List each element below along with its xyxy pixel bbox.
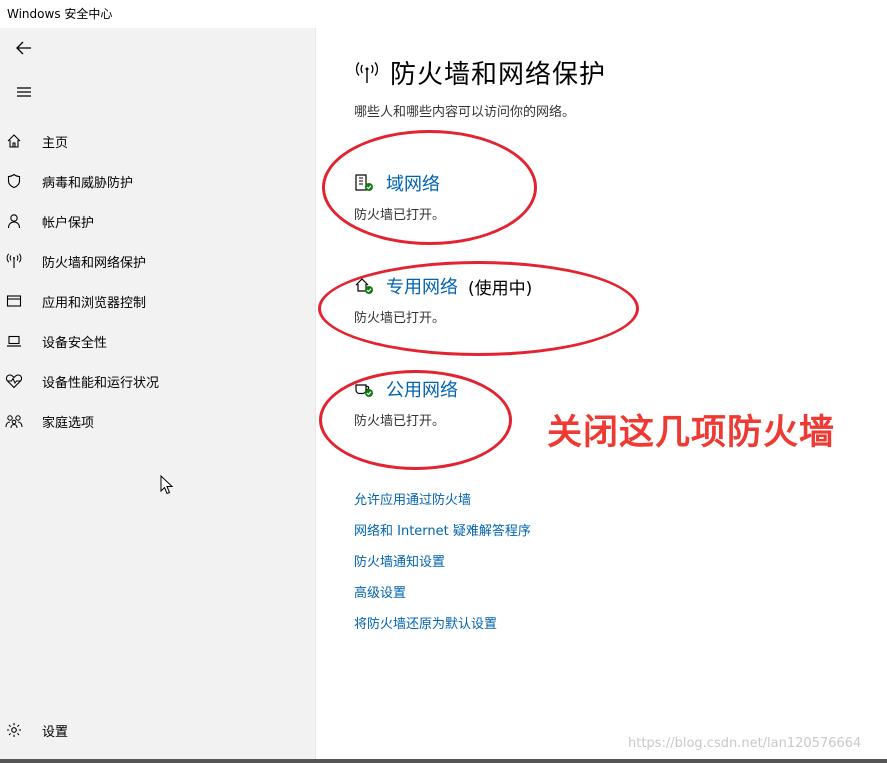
home-icon (0, 133, 34, 149)
network-public-link[interactable]: 公用网络 (386, 376, 458, 402)
sidebar: 主页 病毒和威胁防护 帐户保护 防火墙和网络保护 应用和浏览器控制 设备安全性 (0, 28, 316, 759)
page-title: 防火墙和网络保护 (390, 60, 607, 90)
sidebar-item-label: 家庭选项 (42, 415, 95, 431)
sidebar-item-label: 设置 (42, 724, 69, 740)
sidebar-item-app-browser-control[interactable]: 应用和浏览器控制 (0, 281, 315, 321)
sidebar-item-label: 病毒和威胁防护 (42, 175, 134, 191)
back-arrow-icon (16, 41, 31, 55)
page-subtitle: 哪些人和哪些内容可以访问你的网络。 (354, 105, 576, 120)
network-private-link[interactable]: 专用网络 (386, 273, 458, 299)
page-heading: 防火墙和网络保护 (354, 54, 606, 91)
domain-building-check-icon (355, 174, 373, 191)
sidebar-item-virus-protection[interactable]: 病毒和威胁防护 (0, 161, 315, 201)
annotation-text: 关闭这几项防火墙 (547, 413, 836, 453)
network-domain-link[interactable]: 域网络 (386, 170, 440, 196)
wifi-antenna-icon (355, 61, 379, 83)
family-icon (0, 413, 34, 429)
menu-button[interactable] (0, 72, 48, 112)
watermark: https://blog.csdn.net/lan120576664 (628, 736, 862, 751)
sidebar-item-device-security[interactable]: 设备安全性 (0, 321, 315, 361)
sidebar-item-label: 帐户保护 (42, 215, 95, 231)
private-network-home-check-icon (355, 278, 373, 294)
network-public-status: 防火墙已打开。 (354, 414, 446, 429)
sidebar-item-label: 主页 (42, 135, 69, 151)
mouse-cursor-icon (160, 475, 174, 495)
heart-pulse-icon (0, 373, 34, 389)
sidebar-item-home[interactable]: 主页 (0, 121, 315, 161)
laptop-icon (0, 333, 34, 349)
advanced-settings-link[interactable]: 高级设置 (354, 582, 406, 601)
sidebar-item-firewall[interactable]: 防火墙和网络保护 (0, 241, 315, 281)
public-network-cafe-check-icon (355, 384, 373, 397)
network-private: 专用网络 (使用中) 防火墙已打开。 (354, 273, 532, 326)
sidebar-item-settings[interactable]: 设置 (0, 710, 315, 750)
sidebar-item-device-performance[interactable]: 设备性能和运行状况 (0, 361, 315, 401)
title-bar: Windows 安全中心 (0, 0, 887, 28)
app-title: Windows 安全中心 (7, 7, 113, 21)
browser-window-icon (0, 293, 34, 309)
shield-icon (0, 173, 34, 189)
back-button[interactable] (0, 28, 48, 68)
network-domain-status: 防火墙已打开。 (354, 208, 446, 223)
firewall-notification-settings-link[interactable]: 防火墙通知设置 (354, 551, 445, 570)
person-icon (0, 213, 34, 229)
wifi-antenna-icon (0, 253, 34, 269)
network-public: 公用网络 防火墙已打开。 (354, 376, 458, 429)
network-domain: 域网络 防火墙已打开。 (354, 170, 445, 223)
network-private-status: 防火墙已打开。 (354, 311, 446, 326)
restore-firewall-defaults-link[interactable]: 将防火墙还原为默认设置 (354, 613, 497, 632)
gear-icon (0, 722, 34, 738)
network-active-badge: (使用中) (468, 278, 533, 299)
window-bottom-edge (0, 759, 887, 763)
sidebar-item-label: 应用和浏览器控制 (42, 295, 147, 311)
sidebar-item-label: 设备性能和运行状况 (42, 375, 160, 391)
sidebar-item-label: 设备安全性 (42, 335, 108, 351)
sidebar-item-account-protection[interactable]: 帐户保护 (0, 201, 315, 241)
network-troubleshooter-link[interactable]: 网络和 Internet 疑难解答程序 (354, 520, 531, 539)
sidebar-item-family-options[interactable]: 家庭选项 (0, 401, 315, 441)
allow-app-through-firewall-link[interactable]: 允许应用通过防火墙 (354, 489, 471, 508)
sidebar-item-label: 防火墙和网络保护 (42, 255, 147, 271)
main-content: 防火墙和网络保护 哪些人和哪些内容可以访问你的网络。 域网络 防火墙已打开。 专… (316, 28, 887, 759)
hamburger-icon (17, 87, 31, 97)
